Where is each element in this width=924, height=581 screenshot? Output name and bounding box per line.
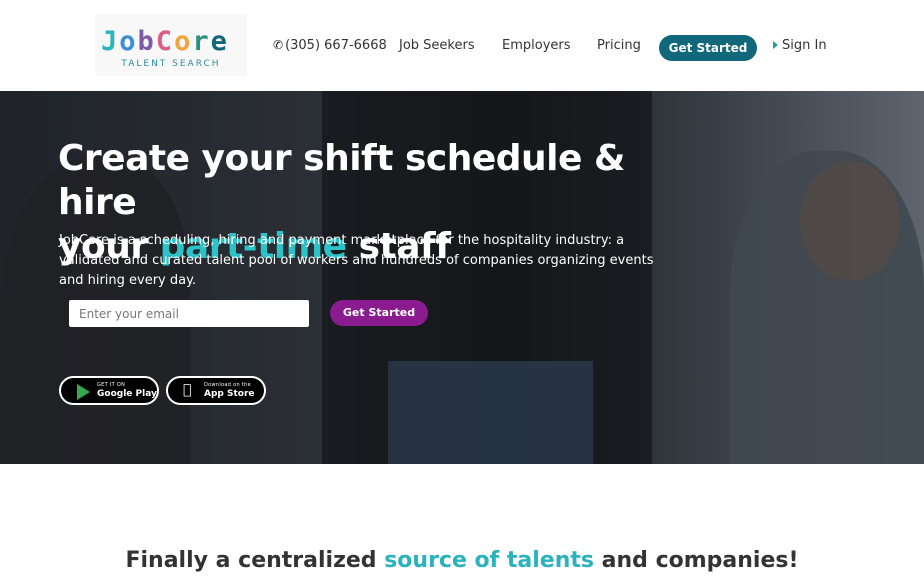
nav-pricing[interactable]: Pricing bbox=[597, 38, 641, 53]
nav-employers[interactable]: Employers bbox=[502, 38, 571, 53]
logo-letter: b bbox=[137, 26, 156, 57]
section-heading-prefix: Finally a centralized bbox=[125, 548, 385, 573]
top-navigation: JobCore TALENT SEARCH ✆ (305) 667-6668 Jo… bbox=[0, 0, 924, 91]
app-store-small-text: Download on the bbox=[204, 382, 251, 388]
logo-wordmark: JobCore bbox=[101, 26, 229, 57]
sign-in-label: Sign In bbox=[782, 38, 827, 53]
logo-letter: e bbox=[210, 26, 229, 57]
logo-letter: r bbox=[192, 26, 211, 57]
logo-tagline: TALENT SEARCH bbox=[121, 59, 221, 69]
jobcore-logo[interactable]: JobCore TALENT SEARCH bbox=[95, 14, 247, 76]
phone-number-link[interactable]: ✆ (305) 667-6668 bbox=[273, 38, 387, 53]
logo-letter: C bbox=[155, 26, 175, 57]
email-input[interactable] bbox=[69, 300, 309, 327]
hero-subtitle: JobCore is a scheduling, hiring and paym… bbox=[59, 233, 654, 288]
phone-number: (305) 667-6668 bbox=[285, 38, 387, 53]
hero-title-line1: Create your shift schedule & hire bbox=[58, 138, 625, 223]
nav-sign-in[interactable]: Sign In bbox=[773, 38, 827, 53]
google-play-icon bbox=[77, 384, 90, 400]
hero-get-started-button[interactable]: Get Started bbox=[330, 300, 428, 326]
logo-letter: o bbox=[119, 26, 138, 57]
nav-job-seekers[interactable]: Job Seekers bbox=[399, 38, 475, 53]
caret-right-icon bbox=[773, 40, 778, 49]
section-heading-accent: source of talents bbox=[384, 548, 594, 573]
google-play-big-text: Google Play bbox=[97, 389, 157, 399]
app-store-badge[interactable]:  Download on the App Store bbox=[166, 376, 266, 405]
section-heading: Finally a centralized source of talents … bbox=[0, 548, 924, 573]
google-play-badge[interactable]: GET IT ON Google Play bbox=[59, 376, 159, 405]
apple-icon:  bbox=[183, 383, 191, 398]
google-play-small-text: GET IT ON bbox=[97, 382, 126, 388]
nav-get-started-button[interactable]: Get Started bbox=[659, 35, 757, 61]
logo-letter: o bbox=[174, 26, 193, 57]
app-store-big-text: App Store bbox=[204, 389, 255, 399]
phone-icon: ✆ bbox=[273, 38, 284, 52]
section-heading-suffix: and companies! bbox=[594, 548, 799, 573]
logo-letter: J bbox=[101, 26, 120, 57]
